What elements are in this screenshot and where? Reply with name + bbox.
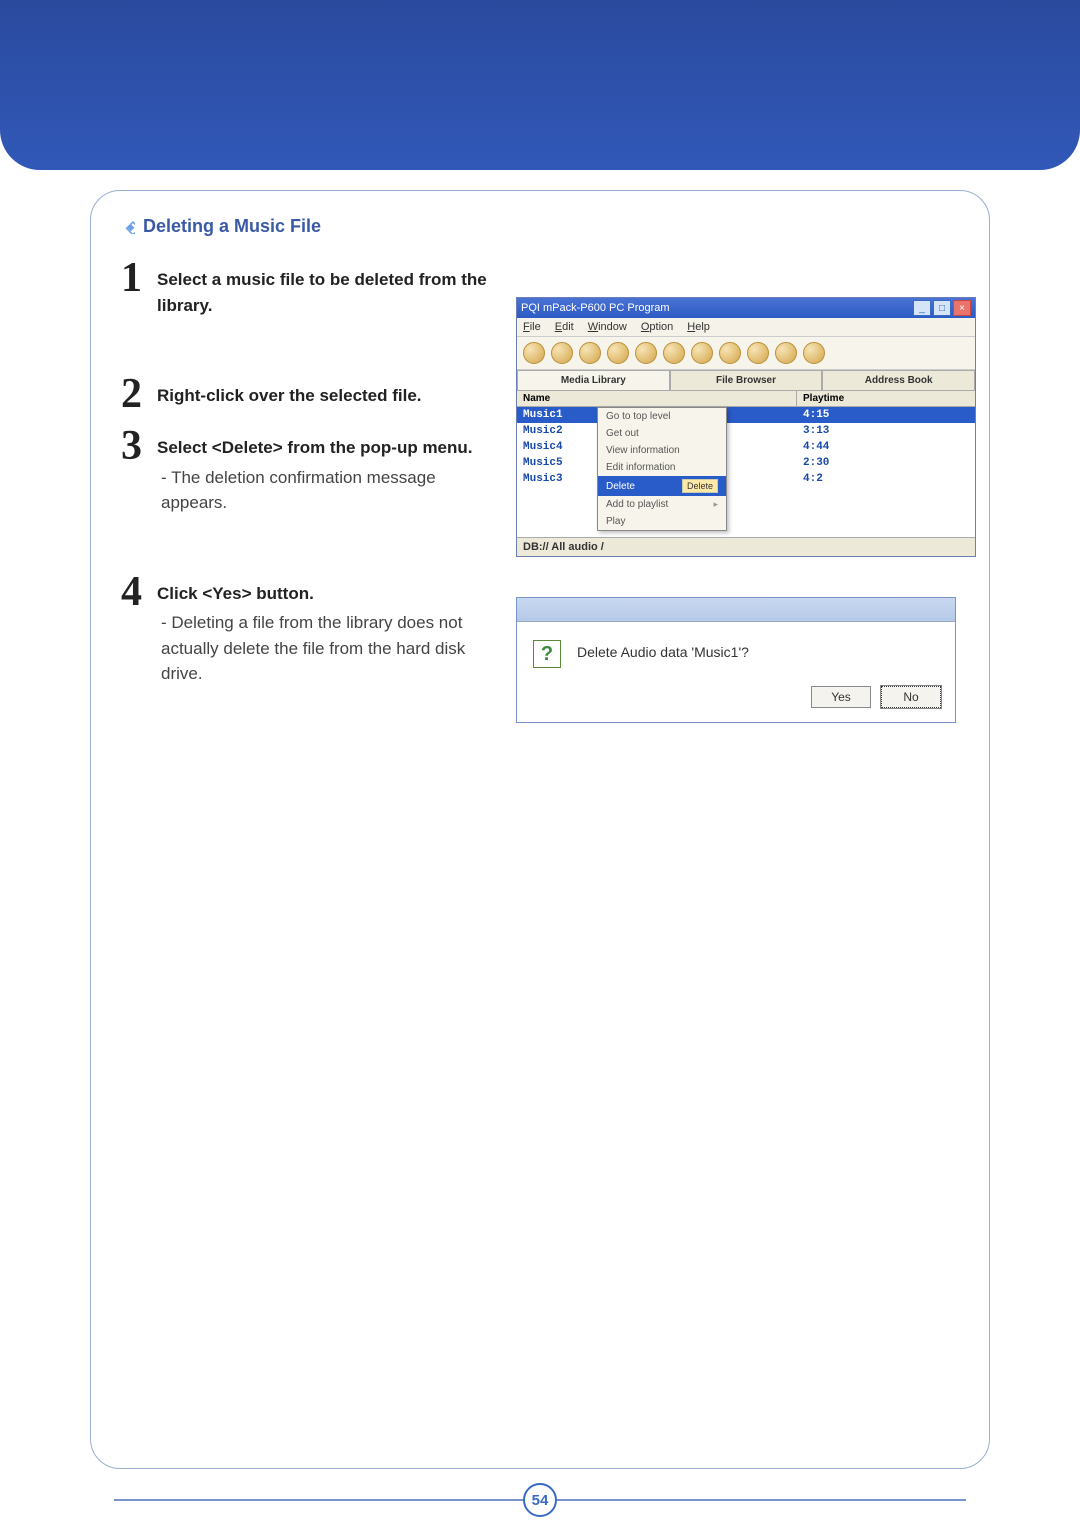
step-sub: - The deletion confirmation message appe…: [157, 465, 491, 516]
list-row[interactable]: Music5 2:30: [517, 455, 975, 471]
step-2: 2 Right-click over the selected file.: [121, 373, 491, 415]
step-text: Select a music file to be deleted from t…: [157, 267, 491, 318]
menu-edit[interactable]: Edit: [555, 321, 574, 333]
cell-playtime: 2:30: [797, 457, 975, 469]
context-item[interactable]: Go to top level: [598, 408, 726, 425]
section-title-text: Deleting a Music File: [143, 216, 321, 237]
yes-button[interactable]: Yes: [811, 686, 871, 708]
context-item-delete[interactable]: Delete Delete: [598, 476, 726, 496]
context-item[interactable]: Add to playlist▸: [598, 496, 726, 513]
step-4: 4 Click <Yes> button. - Deleting a file …: [121, 571, 491, 687]
toolbar-icon[interactable]: [635, 342, 657, 364]
app-window: PQI mPack-P600 PC Program _ □ × File Edi…: [516, 297, 976, 557]
footer-rule-left: [114, 1499, 524, 1501]
context-item[interactable]: View information: [598, 442, 726, 459]
no-button[interactable]: No: [881, 686, 941, 708]
step-number: 3: [121, 425, 149, 467]
menu-window[interactable]: Window: [588, 321, 627, 333]
step-number: 1: [121, 257, 149, 299]
toolbar-icon[interactable]: [719, 342, 741, 364]
toolbar-icon[interactable]: [579, 342, 601, 364]
step-sub: - Deleting a file from the library does …: [157, 610, 491, 687]
header-banner: [0, 0, 1080, 170]
dialog-message: Delete Audio data 'Music1'?: [577, 640, 749, 660]
list-body: Music1 4:15 Music2 3:13 Music4 4:44 Musi…: [517, 407, 975, 537]
cell-playtime: 4:15: [797, 409, 975, 421]
list-row[interactable]: Music2 3:13: [517, 423, 975, 439]
cell-playtime: 4:2: [797, 473, 975, 485]
window-titlebar: PQI mPack-P600 PC Program _ □ ×: [517, 298, 975, 318]
menu-file[interactable]: File: [523, 321, 541, 333]
menubar: File Edit Window Option Help: [517, 318, 975, 337]
cell-playtime: 3:13: [797, 425, 975, 437]
context-item[interactable]: Play: [598, 513, 726, 530]
toolbar-icon[interactable]: [691, 342, 713, 364]
toolbar-icon[interactable]: [523, 342, 545, 364]
step-text: Click <Yes> button.: [157, 581, 491, 607]
tab-file-browser[interactable]: File Browser: [670, 370, 823, 390]
toolbar-icon[interactable]: [607, 342, 629, 364]
section-title: Deleting a Music File: [121, 216, 959, 237]
figures-column: PQI mPack-P600 PC Program _ □ × File Edi…: [516, 257, 976, 723]
toolbar-icon[interactable]: [803, 342, 825, 364]
toolbar-icon[interactable]: [663, 342, 685, 364]
step-3: 3 Select <Delete> from the pop-up menu. …: [121, 425, 491, 516]
step-number: 2: [121, 373, 149, 415]
step-text: Right-click over the selected file.: [157, 383, 422, 409]
diamond-icon: [121, 220, 135, 234]
content-frame: Deleting a Music File 1 Select a music f…: [90, 190, 990, 1469]
close-button[interactable]: ×: [953, 300, 971, 316]
tooltip: Delete: [682, 479, 718, 493]
step-1: 1 Select a music file to be deleted from…: [121, 257, 491, 318]
column-playtime[interactable]: Playtime: [797, 391, 975, 406]
toolbar: [517, 337, 975, 370]
context-item[interactable]: Edit information: [598, 459, 726, 476]
footer-rule-right: [556, 1499, 966, 1501]
toolbar-icon[interactable]: [775, 342, 797, 364]
status-bar: DB:// All audio /: [517, 537, 975, 556]
tabs: Media Library File Browser Address Book: [517, 370, 975, 391]
chevron-right-icon: ▸: [713, 499, 718, 510]
toolbar-icon[interactable]: [747, 342, 769, 364]
menu-option[interactable]: Option: [641, 321, 673, 333]
menu-help[interactable]: Help: [687, 321, 710, 333]
list-row[interactable]: Music4 4:44: [517, 439, 975, 455]
context-menu: Go to top level Get out View information…: [597, 407, 727, 531]
list-row[interactable]: Music1 4:15: [517, 407, 975, 423]
tab-address-book[interactable]: Address Book: [822, 370, 975, 390]
list-row[interactable]: Music3 4:2: [517, 471, 975, 487]
minimize-button[interactable]: _: [913, 300, 931, 316]
cell-playtime: 4:44: [797, 441, 975, 453]
list-header: Name Playtime: [517, 391, 975, 407]
step-number: 4: [121, 571, 149, 613]
page-number: 54: [523, 1483, 557, 1517]
question-icon: ?: [533, 640, 561, 668]
page-footer: 54: [114, 1483, 966, 1517]
dialog-titlebar: [517, 598, 955, 622]
step-text: Select <Delete> from the pop-up menu.: [157, 435, 491, 461]
toolbar-icon[interactable]: [551, 342, 573, 364]
column-name[interactable]: Name: [517, 391, 797, 406]
context-item[interactable]: Get out: [598, 425, 726, 442]
tab-media-library[interactable]: Media Library: [517, 370, 670, 390]
confirm-dialog: ? Delete Audio data 'Music1'? Yes No: [516, 597, 956, 723]
maximize-button[interactable]: □: [933, 300, 951, 316]
window-title: PQI mPack-P600 PC Program: [521, 302, 670, 314]
steps-column: 1 Select a music file to be deleted from…: [121, 257, 491, 697]
